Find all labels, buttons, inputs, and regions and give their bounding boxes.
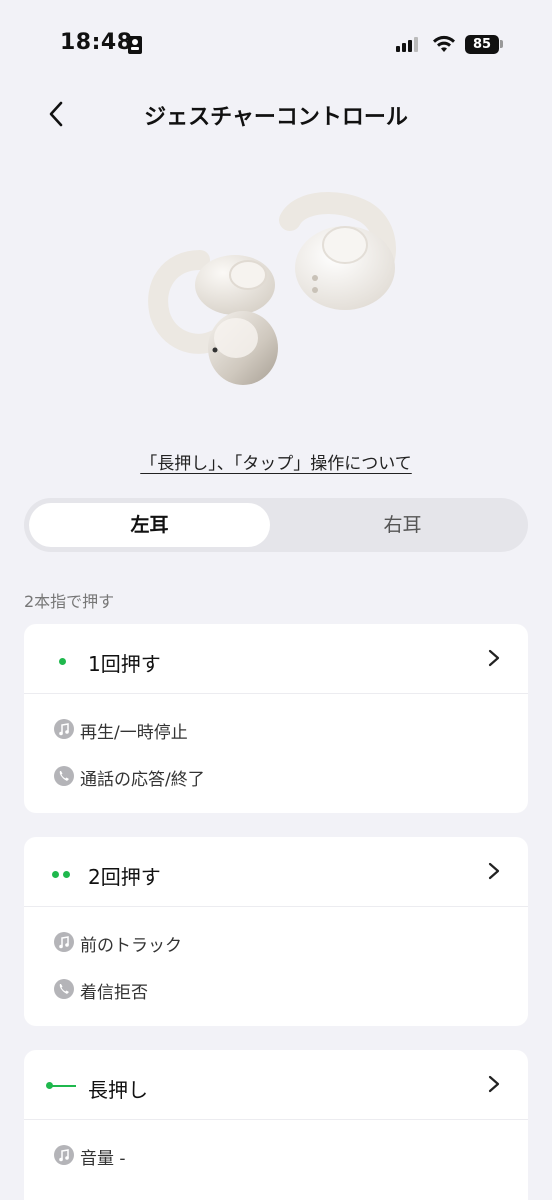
gesture-card-double-press: 2回押す 前のトラック 着信拒否 — [24, 837, 528, 1026]
music-note-icon — [54, 1145, 74, 1165]
action-row: 着信拒否 — [24, 966, 528, 1013]
action-label: 着信拒否 — [80, 983, 148, 1003]
page-title: ジェスチャーコントロール — [144, 105, 408, 130]
phone-icon — [54, 766, 74, 786]
action-label: 音量 - — [80, 1149, 126, 1169]
music-note-icon — [54, 719, 74, 739]
wifi-icon — [433, 35, 455, 52]
action-label: 通話の応答/終了 — [80, 770, 205, 790]
chevron-right-icon — [488, 649, 500, 667]
earbuds-image — [148, 192, 396, 385]
gesture-card-single-press: 1回押す 再生/一時停止 通話の応答/終了 — [24, 624, 528, 813]
ear-selector: 左耳 右耳 — [24, 498, 528, 552]
gesture-title: 1回押す — [88, 652, 161, 676]
battery-tip — [500, 40, 503, 48]
music-note-icon — [54, 932, 74, 952]
gesture-card-long-press: 長押し 音量 - — [24, 1050, 528, 1200]
action-row: 再生/一時停止 — [24, 706, 528, 753]
double-dot-icon-b — [63, 871, 70, 878]
phone-icon — [54, 979, 74, 999]
action-row: 音量 - — [24, 1132, 528, 1179]
long-press-line-icon — [50, 1085, 76, 1087]
action-row: 通話の応答/終了 — [24, 753, 528, 800]
double-dot-icon-a — [52, 871, 59, 878]
gesture-title: 長押し — [88, 1078, 148, 1102]
gesture-row-double-press[interactable]: 2回押す — [24, 837, 528, 907]
action-label: 再生/一時停止 — [80, 723, 188, 743]
contact-card-icon — [128, 36, 142, 54]
gesture-title: 2回押す — [88, 865, 161, 889]
battery-indicator: 85 — [465, 35, 499, 54]
section-label: 2本指で押す — [24, 592, 115, 611]
tab-right-ear[interactable]: 右耳 — [282, 503, 523, 547]
single-dot-icon — [59, 658, 66, 665]
action-row: 前のトラック — [24, 919, 528, 966]
action-label: 前のトラック — [80, 936, 182, 956]
status-bar: 18:48 85 — [0, 0, 552, 90]
gesture-row-single-press[interactable]: 1回押す — [24, 624, 528, 694]
chevron-right-icon — [488, 1075, 500, 1093]
chevron-right-icon — [488, 862, 500, 880]
gesture-row-long-press[interactable]: 長押し — [24, 1050, 528, 1120]
gesture-help-link[interactable]: 「長押し」、「タップ」操作について — [0, 449, 552, 474]
tab-left-ear[interactable]: 左耳 — [29, 503, 270, 547]
cellular-signal-icon — [396, 36, 422, 52]
status-time: 18:48 — [60, 30, 133, 55]
